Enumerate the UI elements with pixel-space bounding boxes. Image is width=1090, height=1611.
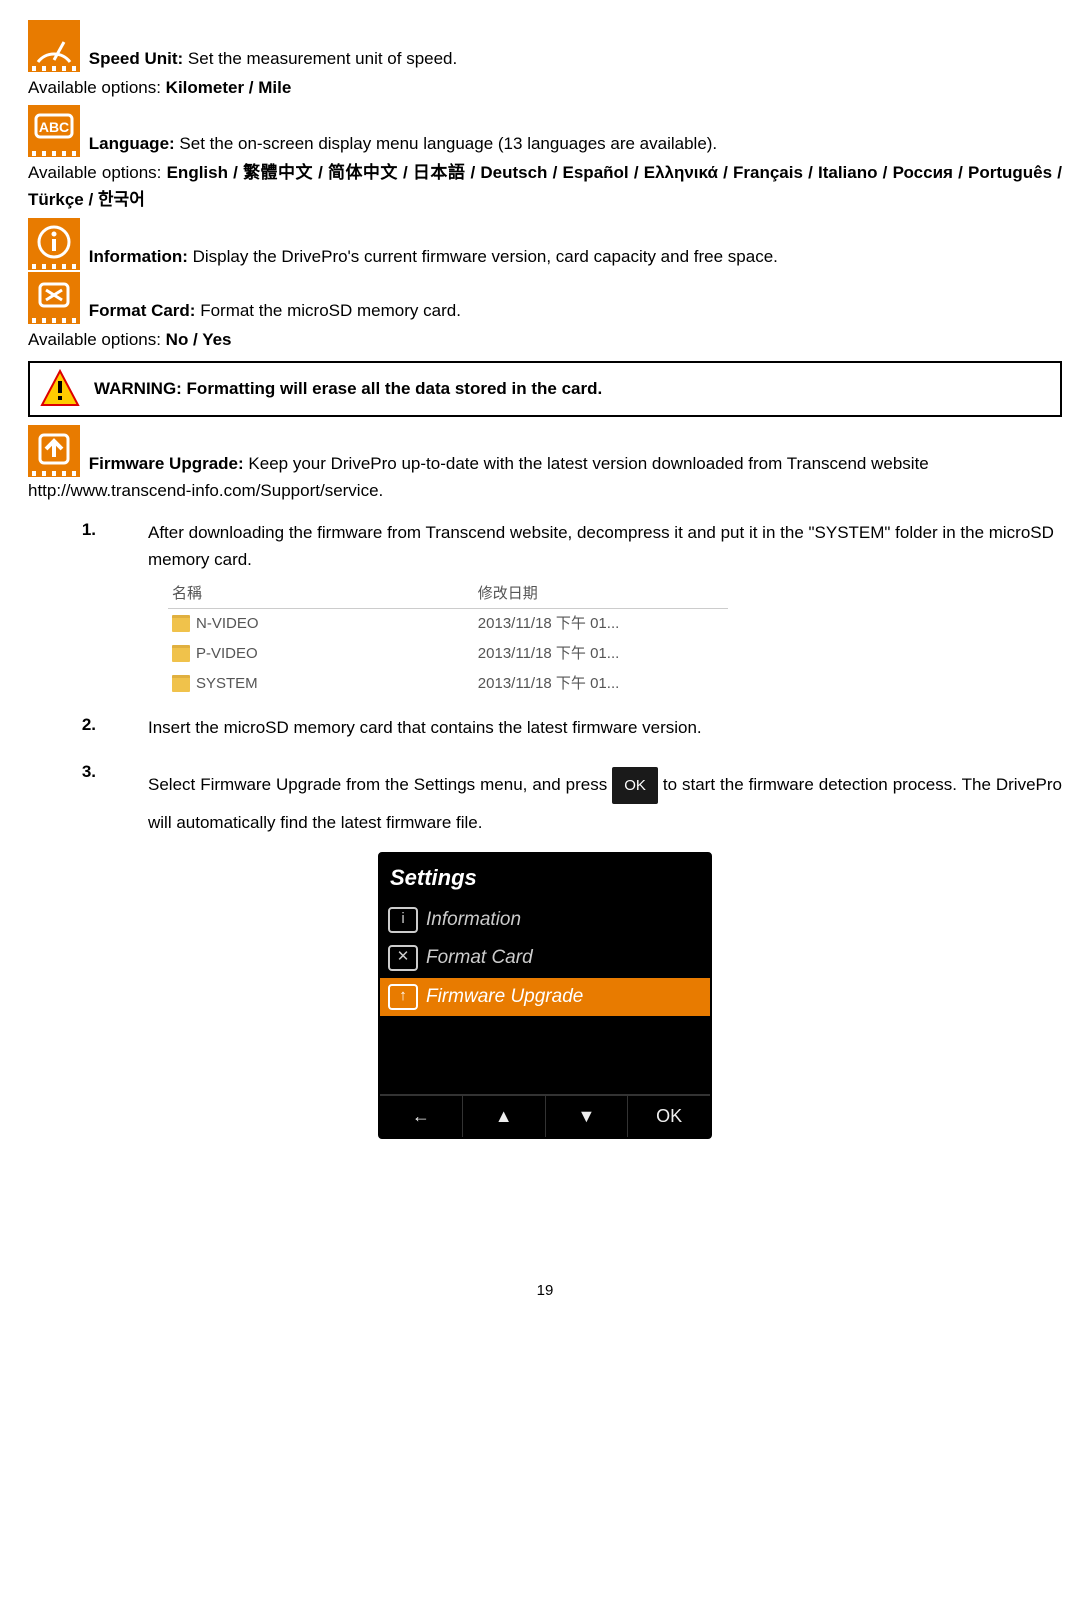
folder-icon bbox=[172, 645, 190, 662]
file-row: SYSTEM 2013/11/18 下午 01... bbox=[168, 669, 728, 699]
file-row: N-VIDEO 2013/11/18 下午 01... bbox=[168, 609, 728, 639]
menu-firmware-upgrade: ↑Firmware Upgrade bbox=[380, 978, 710, 1016]
format-label: Format Card: bbox=[89, 300, 196, 319]
svg-text:ABC: ABC bbox=[39, 119, 69, 135]
ok-button-inline: OK bbox=[612, 767, 658, 804]
information-row: Information: Display the DrivePro's curr… bbox=[28, 218, 1062, 270]
folder-icon bbox=[172, 615, 190, 632]
format-options: Available options: No / Yes bbox=[28, 326, 1062, 353]
firmware-row: Firmware Upgrade: Keep your DrivePro up-… bbox=[28, 425, 1062, 504]
information-label: Information: bbox=[89, 246, 188, 265]
nav-back: ← bbox=[380, 1096, 463, 1137]
nav-ok: OK bbox=[628, 1096, 710, 1137]
device-nav: ← ▲ ▼ OK bbox=[380, 1094, 710, 1137]
file-row: P-VIDEO 2013/11/18 下午 01... bbox=[168, 639, 728, 669]
col-date-header: 修改日期 bbox=[478, 582, 728, 606]
firmware-icon bbox=[28, 425, 80, 477]
col-name-header: 名稱 bbox=[168, 582, 478, 606]
speed-desc: Set the measurement unit of speed. bbox=[183, 49, 457, 68]
page-number: 19 bbox=[28, 1279, 1062, 1303]
warning-box: WARNING: Formatting will erase all the d… bbox=[28, 361, 1062, 417]
step-2: 2. Insert the microSD memory card that c… bbox=[68, 711, 1062, 741]
step-3: 3. Select Firmware Upgrade from the Sett… bbox=[68, 753, 1062, 842]
file-browser-screenshot: 名稱 修改日期 N-VIDEO 2013/11/18 下午 01... P-VI… bbox=[168, 582, 728, 699]
information-desc: Display the DrivePro's current firmware … bbox=[188, 246, 778, 265]
format-desc: Format the microSD memory card. bbox=[195, 300, 460, 319]
format-row: Format Card: Format the microSD memory c… bbox=[28, 272, 1062, 324]
information-icon bbox=[28, 218, 80, 270]
language-label: Language: bbox=[89, 134, 175, 153]
speed-unit-row: Speed Unit: Set the measurement unit of … bbox=[28, 20, 1062, 72]
step-1: 1. After downloading the firmware from T… bbox=[68, 516, 1062, 574]
speed-icon bbox=[28, 20, 80, 72]
language-row: ABC Language: Set the on-screen display … bbox=[28, 105, 1062, 157]
nav-up: ▲ bbox=[463, 1096, 546, 1137]
speed-options: Available options: Kilometer / Mile bbox=[28, 74, 1062, 101]
format-icon bbox=[28, 272, 80, 324]
device-screenshot: Settings iInformation ✕Format Card ↑Firm… bbox=[378, 852, 712, 1139]
language-options: Available options: English / 繁體中文 / 简体中文… bbox=[28, 159, 1062, 213]
menu-information: iInformation bbox=[380, 901, 710, 939]
nav-down: ▼ bbox=[546, 1096, 629, 1137]
device-title: Settings bbox=[380, 854, 710, 901]
warning-text: WARNING: Formatting will erase all the d… bbox=[94, 375, 602, 402]
firmware-label: Firmware Upgrade: bbox=[89, 454, 244, 473]
language-desc: Set the on-screen display menu language … bbox=[175, 134, 717, 153]
folder-icon bbox=[172, 675, 190, 692]
menu-format-card: ✕Format Card bbox=[380, 939, 710, 977]
language-icon: ABC bbox=[28, 105, 80, 157]
warning-icon bbox=[40, 369, 80, 409]
speed-label: Speed Unit: bbox=[89, 49, 183, 68]
